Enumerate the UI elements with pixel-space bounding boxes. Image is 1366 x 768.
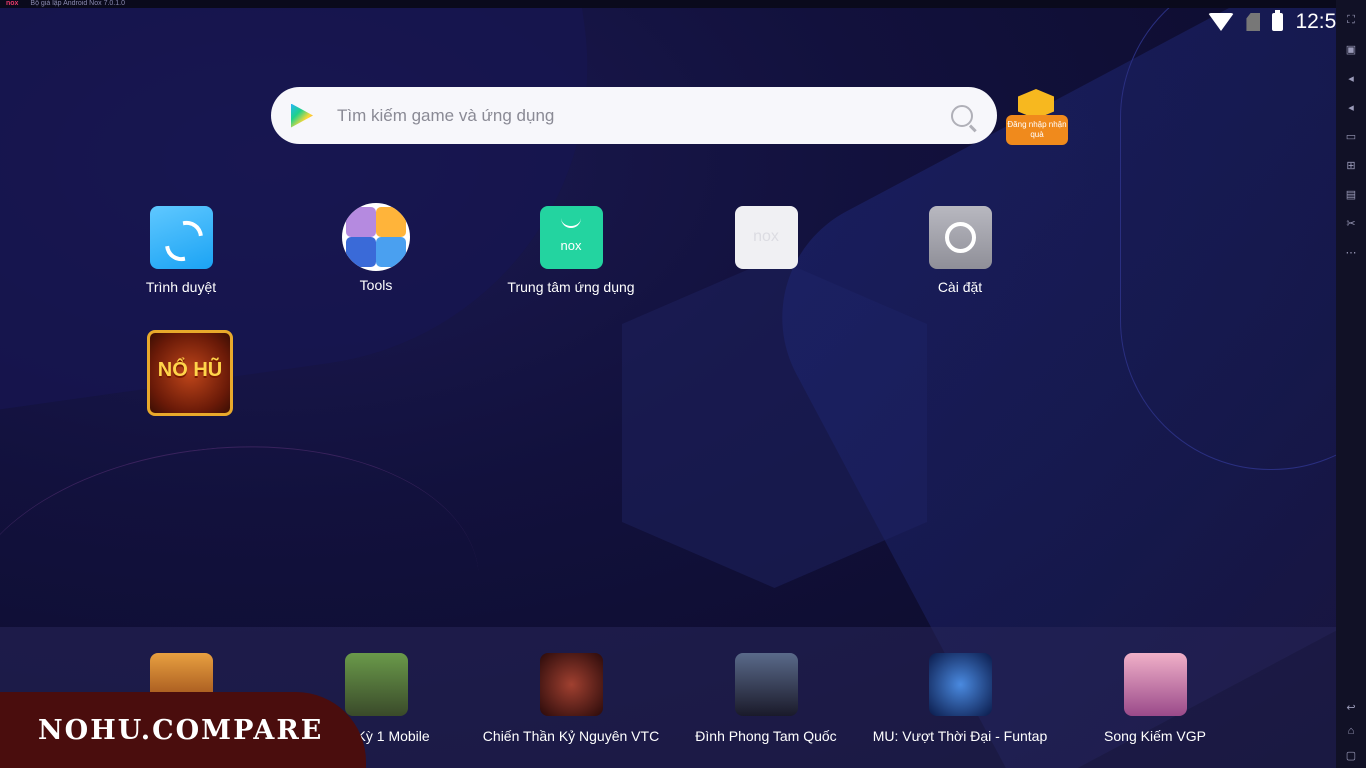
dock-app[interactable]: Song Kiếm VGP — [1055, 653, 1255, 744]
lock-icon[interactable]: ▤ — [1342, 185, 1360, 203]
battery-icon — [1272, 10, 1284, 31]
dock-app[interactable]: MU: Vượt Thời Đại - Funtap — [860, 653, 1060, 744]
search-bar[interactable]: Tìm kiếm game và ứng dụng — [271, 87, 997, 144]
title-bar: nox Bộ giả lập Android Nox 7.0.1.0 — [0, 0, 1366, 8]
emulator-toolbar: ⛶ ▣ ◂ ◂ ▭ ⊞ ▤ ✂ ⋯ ↩ ⌂ ▢ — [1336, 0, 1366, 768]
play-store-icon — [291, 103, 313, 128]
app-label: Trung tâm ứng dụng — [507, 279, 635, 295]
more-icon[interactable]: ⋯ — [1342, 243, 1360, 261]
nohu-game-icon: NỔ HŨ — [147, 330, 233, 416]
game-icon-5 — [928, 653, 992, 716]
scissors-icon[interactable]: ✂ — [1342, 214, 1360, 232]
volume-down-icon[interactable]: ◂ — [1342, 98, 1360, 116]
nox-logo: nox — [6, 0, 19, 7]
app-tools[interactable]: Tools — [306, 203, 446, 293]
app-app-center[interactable]: nox Trung tâm ứng dụng — [501, 206, 641, 295]
window-title: Bộ giả lập Android Nox 7.0.1.0 — [30, 0, 125, 7]
dock-app[interactable]: Đình Phong Tam Quốc — [666, 653, 866, 744]
volume-up-icon[interactable]: ◂ — [1342, 69, 1360, 87]
search-placeholder: Tìm kiếm game và ứng dụng — [337, 105, 555, 125]
app-label: Chiến Thần Kỷ Nguyên VTC — [482, 728, 660, 744]
keyboard-icon[interactable]: ▣ — [1342, 40, 1360, 58]
settings-icon — [928, 206, 992, 269]
back-icon[interactable]: ↩ — [1342, 698, 1360, 716]
login-gift-button[interactable]: Đăng nhập nhận quà — [1006, 87, 1068, 147]
status-bar: 12:51 — [1208, 10, 1348, 34]
app-label: Cài đặt — [937, 279, 983, 295]
no-sim-icon — [1246, 13, 1261, 31]
app-settings[interactable]: Cài đặt — [890, 206, 1030, 295]
recent-apps-icon[interactable]: ▢ — [1342, 746, 1360, 764]
search-icon[interactable] — [951, 104, 973, 127]
app-label: Trình duyệt — [145, 279, 217, 295]
game-icon-3 — [539, 653, 603, 716]
watermark-text: NOHU.COMPARE — [38, 714, 324, 746]
app-label: Đình Phong Tam Quốc — [695, 728, 837, 744]
app-label: Tools — [359, 277, 393, 293]
app-label: MU: Vượt Thời Đại - Funtap — [872, 728, 1048, 744]
app-nox[interactable]: nox — [696, 206, 836, 279]
wifi-icon — [1208, 13, 1235, 31]
fullscreen-icon[interactable]: ⛶ — [1342, 11, 1360, 29]
app-nohu[interactable]: NỔ HŨ — [120, 330, 260, 426]
gift-label: Đăng nhập nhận quà — [1006, 115, 1068, 145]
background-arc — [1120, 8, 1336, 470]
watermark-banner: NOHU.COMPARE — [0, 692, 366, 768]
app-browser[interactable]: Trình duyệt — [111, 206, 251, 295]
game-icon-4 — [734, 653, 798, 716]
browser-icon — [149, 206, 213, 269]
home-icon[interactable]: ⌂ — [1342, 722, 1360, 740]
app-label: Song Kiếm VGP — [1104, 728, 1206, 744]
game-icon-2 — [344, 653, 408, 716]
add-apk-icon[interactable]: ⊞ — [1342, 156, 1360, 174]
game-icon-6 — [1123, 653, 1187, 716]
nox-icon: nox — [734, 206, 798, 269]
app-center-icon: nox — [539, 206, 603, 269]
dock-app[interactable]: Chiến Thần Kỷ Nguyên VTC — [471, 653, 671, 744]
screen-icon[interactable]: ▭ — [1342, 127, 1360, 145]
tools-icon — [342, 203, 410, 271]
